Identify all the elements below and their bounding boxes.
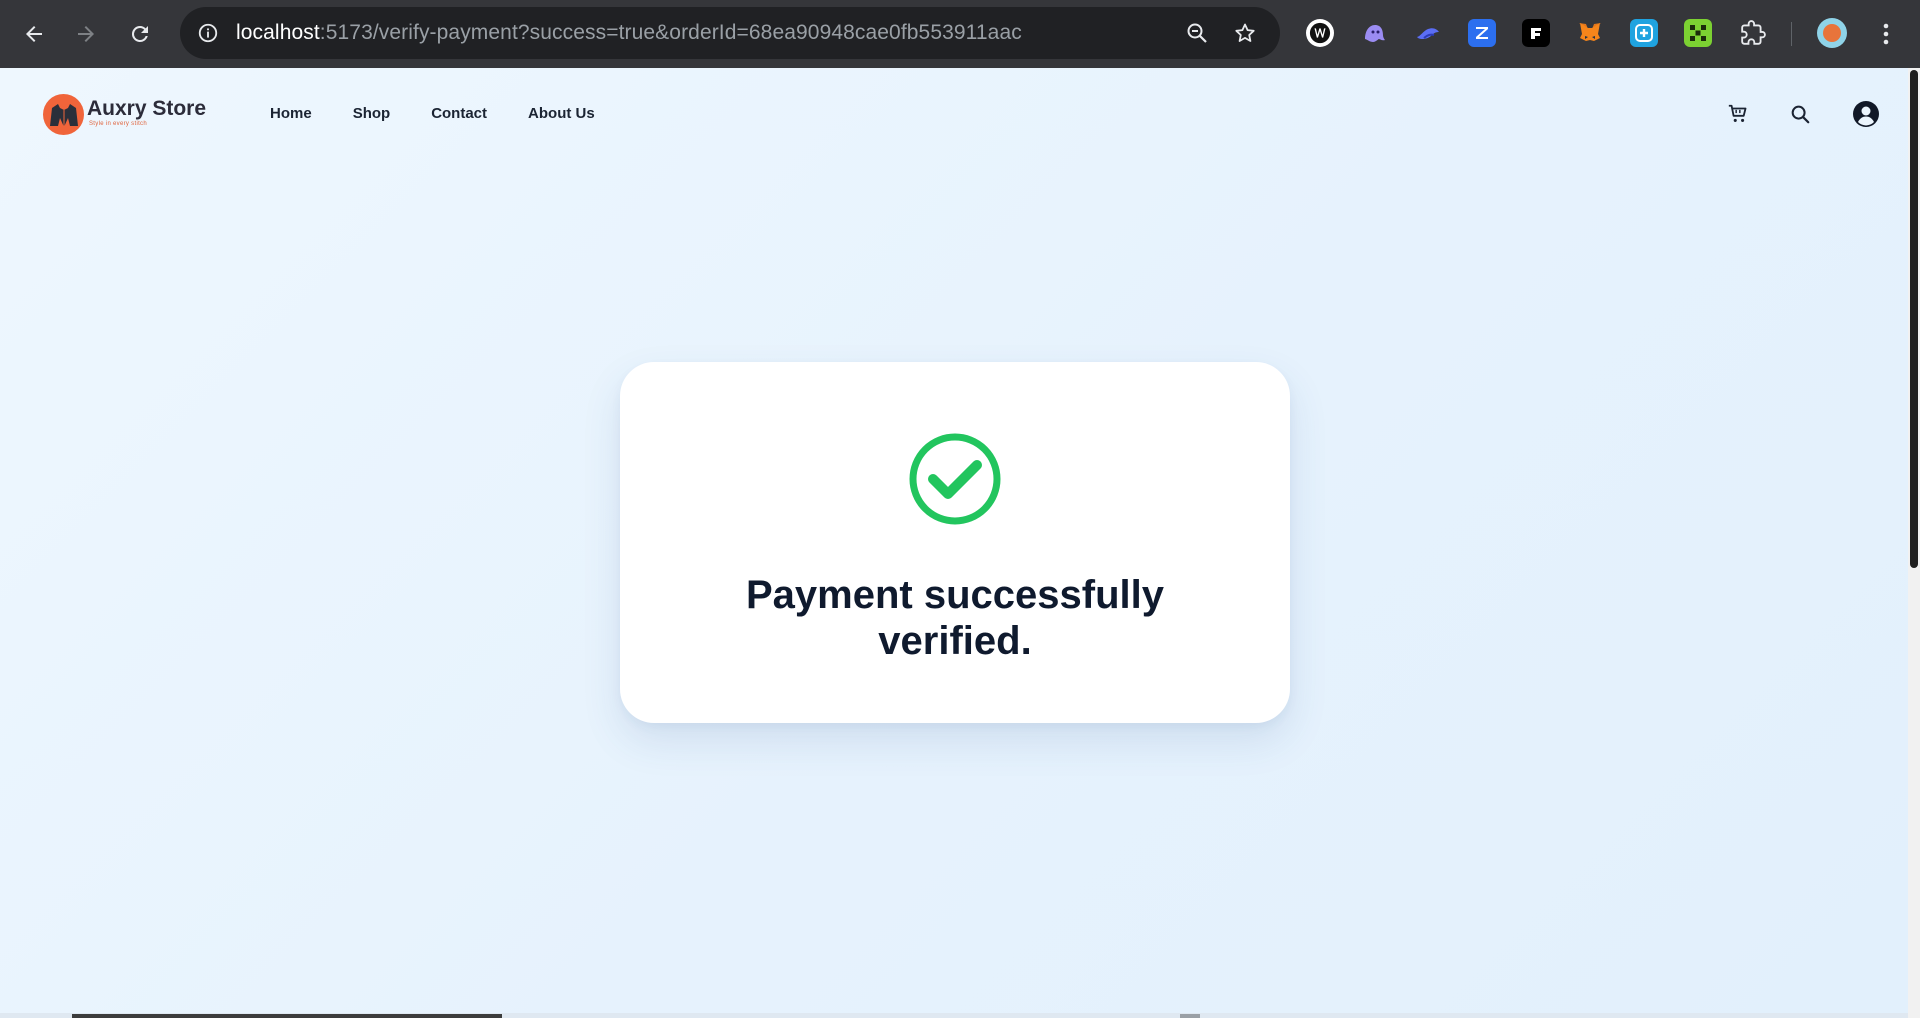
nav-contact-link[interactable]: Contact [431, 105, 487, 123]
check-circle-icon [909, 433, 1001, 525]
metamask-icon[interactable] [1576, 19, 1604, 47]
bookmark-star-icon[interactable] [1231, 19, 1259, 47]
grid-icon[interactable] [1684, 19, 1712, 47]
plus-square-icon[interactable] [1630, 19, 1658, 47]
payment-status-card: Payment successfully verified. [620, 362, 1290, 723]
site-info-icon[interactable] [194, 19, 222, 47]
toolbar-divider [1791, 22, 1792, 46]
account-icon[interactable] [1852, 100, 1880, 128]
wappalyzer-icon[interactable] [1306, 19, 1334, 47]
brand-name: Auxry Store [87, 97, 207, 120]
url-path: :5173/verify-payment?success=true&orderI… [319, 21, 1022, 44]
payment-status-message: Payment successfully verified. [620, 572, 1290, 664]
ghost-icon[interactable] [1360, 19, 1388, 47]
bottom-edge [0, 1013, 1908, 1018]
nav-home-link[interactable]: Home [270, 105, 312, 123]
site-header: Auxry Store Style in every stitch Home S… [0, 68, 1908, 158]
status-line-2: verified. [878, 619, 1032, 663]
reload-button[interactable] [120, 14, 160, 54]
url-host: localhost [236, 21, 320, 44]
url-text: localhost:5173/verify-payment?success=tr… [236, 7, 1022, 59]
extensions-puzzle-icon[interactable] [1739, 19, 1767, 47]
page-scrollbar[interactable] [1908, 68, 1920, 1018]
zeplin-icon[interactable] [1468, 19, 1496, 47]
cart-icon[interactable] [1724, 100, 1752, 128]
profile-avatar[interactable] [1817, 18, 1847, 48]
browser-toolbar: localhost:5173/verify-payment?success=tr… [0, 0, 1920, 68]
forward-button[interactable] [66, 14, 106, 54]
browser-menu-icon[interactable] [1872, 14, 1900, 54]
arrow-right-icon [78, 26, 94, 42]
brand-logo[interactable]: Auxry Store Style in every stitch [43, 94, 206, 135]
reload-icon [131, 25, 148, 42]
nav-about-link[interactable]: About Us [528, 105, 595, 123]
address-bar[interactable]: localhost:5173/verify-payment?success=tr… [180, 7, 1280, 59]
logo-jacket-icon [43, 94, 84, 135]
scrollbar-thumb[interactable] [1910, 70, 1918, 568]
arrow-left-icon [26, 26, 42, 42]
search-icon[interactable] [1786, 100, 1814, 128]
zoom-icon[interactable] [1183, 19, 1211, 47]
status-line-1: Payment successfully [746, 573, 1164, 617]
back-button[interactable] [14, 14, 54, 54]
page-viewport: Auxry Store Style in every stitch Home S… [0, 68, 1908, 1018]
main-nav: Home Shop Contact About Us [270, 105, 636, 123]
brand-tagline: Style in every stitch [89, 121, 147, 127]
bird-icon[interactable] [1414, 19, 1442, 47]
nav-shop-link[interactable]: Shop [353, 105, 391, 123]
frame-icon[interactable] [1522, 19, 1550, 47]
logo-text: Auxry Store Style in every stitch [87, 97, 207, 128]
